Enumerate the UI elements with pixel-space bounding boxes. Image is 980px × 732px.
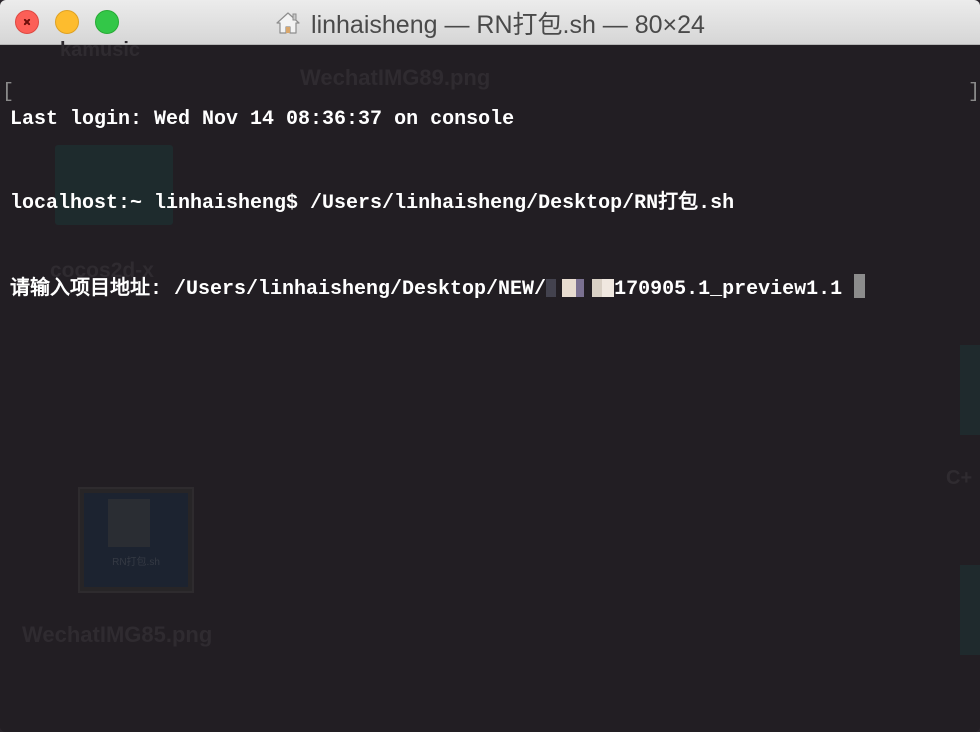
desktop-item-label: WechatIMG85.png xyxy=(22,622,213,647)
desktop-item-label: C+ xyxy=(946,467,973,489)
thumbnail-caption: RN打包.sh xyxy=(112,557,160,568)
terminal-line: localhost:~ linhaisheng$ /Users/linhaish… xyxy=(10,192,735,215)
redacted-text xyxy=(562,279,577,297)
window-title-group: linhaisheng — RN打包.sh — 80×24 xyxy=(0,0,980,45)
input-path-suffix: 170905.1_preview1.1 xyxy=(614,278,843,301)
input-prompt-text: 请输入项目地址: /Users/linhaisheng/Desktop/NEW/ xyxy=(10,278,547,301)
selection-bracket-right: ] xyxy=(968,81,980,104)
folder-icon xyxy=(960,345,980,435)
home-icon xyxy=(276,11,300,34)
terminal-input-line[interactable]: 请输入项目地址: /Users/linhaisheng/Desktop/NEW/… xyxy=(10,274,866,302)
file-thumbnail: RN打包.sh xyxy=(78,487,194,593)
terminal-output[interactable]: Last login: Wed Nov 14 08:36:37 on conso… xyxy=(10,50,866,358)
text-cursor xyxy=(854,274,866,298)
redacted-text xyxy=(592,279,603,297)
redacted-text xyxy=(576,279,585,297)
terminal-line: Last login: Wed Nov 14 08:36:37 on conso… xyxy=(10,108,515,131)
document-icon xyxy=(108,499,150,547)
redacted-text xyxy=(602,279,615,297)
window-title: linhaisheng — RN打包.sh — 80×24 xyxy=(311,10,705,39)
title-bar[interactable]: linhaisheng — RN打包.sh — 80×24 xyxy=(0,0,980,45)
redacted-text xyxy=(546,279,557,297)
terminal-window: linhaisheng — RN打包.sh — 80×24 kamusic We… xyxy=(0,0,980,732)
folder-icon xyxy=(960,565,980,655)
